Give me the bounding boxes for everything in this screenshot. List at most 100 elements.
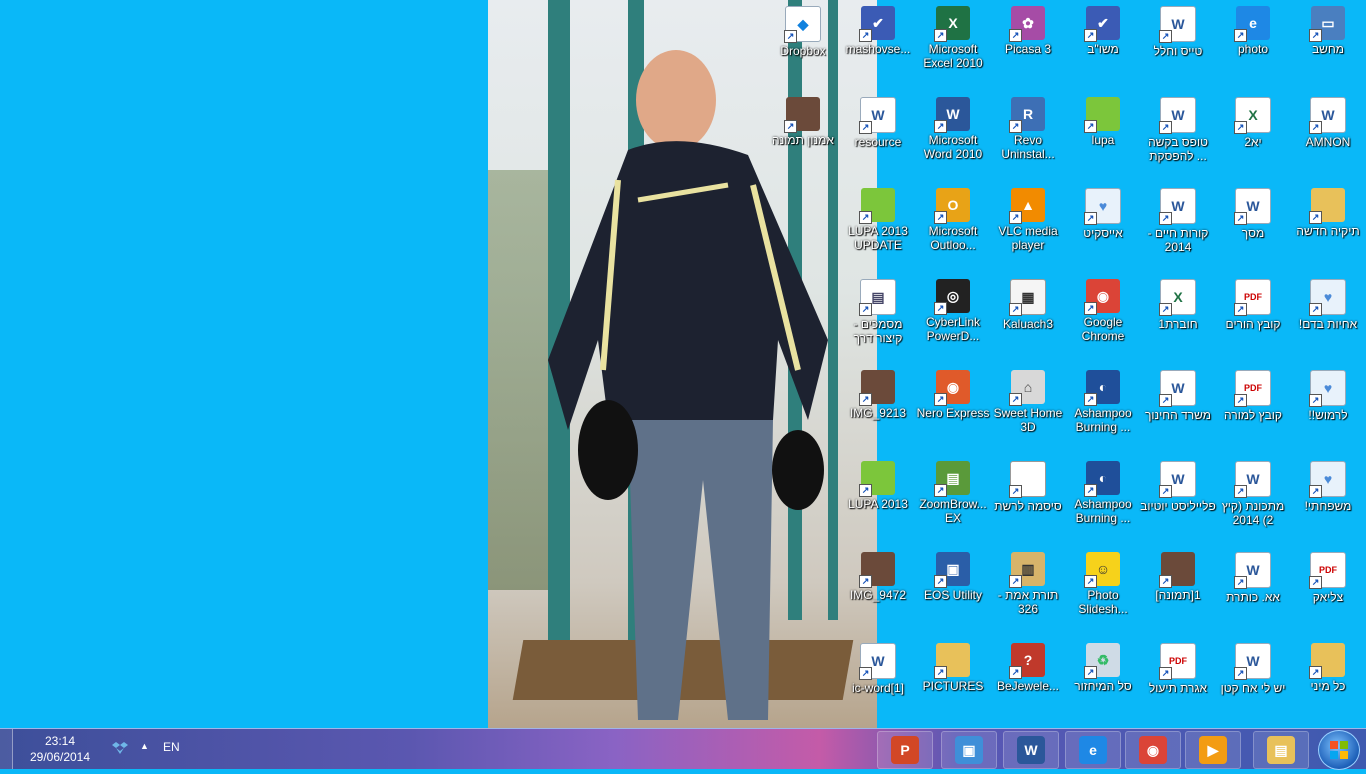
desktop-shortcut[interactable]: R ↗ Revo Uninstal... bbox=[990, 93, 1066, 161]
taskbar-explorer-button[interactable]: ▤ bbox=[1253, 731, 1309, 769]
taskbar-photo-viewer-button[interactable]: ▣ bbox=[941, 731, 997, 769]
desktop-shortcut[interactable]: O ↗ Microsoft Outloo... bbox=[915, 184, 991, 252]
desktop-shortcut[interactable]: W ↗ מתכונת (קיץ 2) 2014 bbox=[1215, 457, 1291, 527]
taskbar-powerpoint-button[interactable]: P bbox=[877, 731, 933, 769]
desktop-shortcut[interactable]: W ↗ מסך bbox=[1215, 184, 1291, 240]
excel-doc-icon: X ↗ bbox=[1234, 97, 1271, 134]
desktop-shortcut-label: !אחיות בדם bbox=[1298, 317, 1358, 331]
desktop-shortcut[interactable]: ↗ IMG_9213 bbox=[840, 366, 916, 420]
shortcut-arrow-icon: ↗ bbox=[859, 121, 872, 134]
start-button[interactable] bbox=[1318, 730, 1360, 770]
desktop-shortcut[interactable]: ↗ lupa bbox=[1065, 93, 1141, 147]
desktop-shortcut[interactable]: ✔ ↗ mashovse... bbox=[840, 2, 916, 56]
desktop-shortcut[interactable]: W ↗ יש לי אח קטן bbox=[1215, 639, 1291, 695]
shortcut-arrow-icon: ↗ bbox=[1009, 29, 1022, 42]
desktop-shortcut-label: מתכונת (קיץ 2) 2014 bbox=[1221, 499, 1285, 527]
desktop-shortcut[interactable]: ↗ [תמונה]1 bbox=[1140, 548, 1216, 602]
desktop-shortcut[interactable]: ◎ ↗ CyberLink PowerD... bbox=[915, 275, 991, 343]
taskbar-internet-explorer-button[interactable]: e bbox=[1065, 731, 1121, 769]
desktop-shortcut[interactable]: ▦ ↗ Kaluach3 bbox=[990, 275, 1066, 331]
desktop-shortcut[interactable]: ♥ ↗ !!לרמוש bbox=[1290, 366, 1366, 422]
mashov-icon: ✔ ↗ bbox=[859, 6, 895, 42]
desktop[interactable]: ▭ ↗ מחשב W ↗ AMNON ↗ תיקיה חדשה ♥ ↗ !אחיות בדם ♥ ↗!!… bbox=[0, 0, 1366, 728]
desktop-shortcut[interactable]: ↗ סיסמה לרשת bbox=[990, 457, 1066, 513]
desktop-shortcut[interactable]: W ↗ קורות חיים - 2014 bbox=[1140, 184, 1216, 254]
internet-explorer-icon: e ↗ bbox=[1234, 6, 1270, 42]
desktop-shortcut[interactable]: W ↗ משרד החינוך bbox=[1140, 366, 1216, 422]
desktop-shortcut[interactable]: ↗ LUPA 2013 UPDATE bbox=[840, 184, 916, 252]
desktop-shortcut[interactable]: ☺ ↗ Photo Slidesh... bbox=[1065, 548, 1141, 616]
desktop-shortcut[interactable]: ↗ IMG_9472 bbox=[840, 548, 916, 602]
desktop-shortcut[interactable]: PDF ↗ קובץ למורה bbox=[1215, 366, 1291, 422]
desktop-shortcut[interactable]: W ↗ פלייליסט יוטיוב bbox=[1140, 457, 1216, 513]
show-desktop-button[interactable] bbox=[0, 729, 13, 769]
desktop-shortcut[interactable]: ⌂ ↗ Sweet Home 3D bbox=[990, 366, 1066, 434]
taskbar-media-player-button[interactable]: ▶ bbox=[1185, 731, 1241, 769]
desktop-shortcut[interactable]: ◉ ↗ Google Chrome bbox=[1065, 275, 1141, 343]
desktop-shortcut[interactable]: ◆ ↗ Dropbox bbox=[765, 2, 841, 58]
shortcut-arrow-icon: ↗ bbox=[1159, 303, 1172, 316]
desktop-shortcut[interactable]: W ↗ Microsoft Word 2010 bbox=[915, 93, 991, 161]
desktop-shortcut[interactable]: ▤ ↗ מסמכים - קיצור דרך bbox=[840, 275, 916, 345]
shortcut-arrow-icon: ↗ bbox=[1159, 667, 1172, 680]
desktop-shortcut[interactable]: X ↗ Microsoft Excel 2010 bbox=[915, 2, 991, 70]
desktop-shortcut[interactable]: ✔ ↗ משו"ב bbox=[1065, 2, 1141, 56]
desktop-shortcut[interactable]: ♻ ↗ סל המיחזור bbox=[1065, 639, 1141, 693]
desktop-shortcut[interactable]: W ↗ אא. כותרת bbox=[1215, 548, 1291, 604]
desktop-shortcut[interactable]: X ↗ חוברת1 bbox=[1140, 275, 1216, 331]
desktop-shortcut[interactable]: W ↗ resource bbox=[840, 93, 916, 149]
desktop-shortcut-label: Kaluach3 bbox=[1002, 317, 1054, 331]
desktop-shortcut[interactable]: W ↗ טופס בקשה להפסקת ... bbox=[1140, 93, 1216, 163]
desktop-shortcut[interactable]: ♥ ↗ !אחיות בדם bbox=[1290, 275, 1366, 331]
desktop-shortcut[interactable]: PDF ↗ צליאק bbox=[1290, 548, 1366, 604]
language-indicator[interactable]: EN bbox=[163, 740, 180, 754]
dropbox-tray-icon[interactable] bbox=[112, 740, 128, 756]
desktop-shortcut[interactable]: ▤ ↗ ZoomBrow... EX bbox=[915, 457, 991, 525]
desktop-shortcut[interactable]: ? ↗ BeJewele... bbox=[990, 639, 1066, 693]
desktop-shortcut-label: Revo Uninstal... bbox=[1001, 133, 1055, 161]
shortcut-arrow-icon: ↗ bbox=[1009, 575, 1022, 588]
shortcut-arrow-icon: ↗ bbox=[1159, 121, 1172, 134]
desktop-shortcut[interactable]: ▥ ↗ תורת אמת - 326 bbox=[990, 548, 1066, 616]
desktop-shortcut[interactable]: ↗ כל מיני bbox=[1290, 639, 1366, 693]
folder-icon: ↗ bbox=[1309, 188, 1345, 224]
desktop-shortcut[interactable]: W ↗ ic-word[1] bbox=[840, 639, 916, 695]
desktop-shortcut-label: [תמונה]1 bbox=[1155, 588, 1201, 602]
desktop-shortcut[interactable]: W ↗ AMNON bbox=[1290, 93, 1366, 149]
outlook-icon: O ↗ bbox=[934, 188, 970, 224]
desktop-shortcut[interactable]: e ↗ photo bbox=[1215, 2, 1291, 56]
desktop-shortcut[interactable]: ▣ ↗ EOS Utility bbox=[915, 548, 991, 602]
desktop-shortcut[interactable]: W ↗ טייס וחלל bbox=[1140, 2, 1216, 58]
desktop-shortcut[interactable]: ◐ ↗ Ashampoo Burning ... bbox=[1065, 457, 1141, 525]
desktop-shortcut-label: סיסמה לרשת bbox=[994, 499, 1062, 513]
taskbar-chrome-button[interactable]: ◉ bbox=[1125, 731, 1181, 769]
show-hidden-icons-button[interactable]: ▲ bbox=[140, 741, 149, 751]
desktop-shortcut-label: mashovse... bbox=[845, 42, 911, 56]
word-app-icon: W ↗ bbox=[934, 97, 970, 133]
desktop-shortcut[interactable]: ▲ ↗ VLC media player bbox=[990, 184, 1066, 252]
desktop-shortcut-label: Microsoft Word 2010 bbox=[923, 133, 983, 161]
media-player-icon: ▶ bbox=[1199, 736, 1227, 764]
desktop-shortcut[interactable]: PDF ↗ קובץ הורים bbox=[1215, 275, 1291, 331]
desktop-shortcut[interactable]: ↗ LUPA 2013 bbox=[840, 457, 916, 511]
desktop-shortcut[interactable]: ↗ אמנון תמונה bbox=[765, 93, 841, 147]
desktop-shortcut[interactable]: ◉ ↗ Nero Express bbox=[915, 366, 991, 420]
smiley-icon: ☺ ↗ bbox=[1084, 552, 1120, 588]
desktop-shortcut[interactable]: ↗ PICTURES bbox=[915, 639, 991, 693]
desktop-shortcut-label: CyberLink PowerD... bbox=[925, 315, 981, 343]
taskbar-word-button[interactable]: W bbox=[1003, 731, 1059, 769]
clock[interactable]: 23:14 29/06/2014 bbox=[20, 733, 100, 765]
desktop-shortcut[interactable]: ♥ ↗ אייסקיט bbox=[1065, 184, 1141, 240]
word-doc-icon: W ↗ bbox=[1234, 552, 1271, 589]
dropbox-icon: ◆ ↗ bbox=[784, 6, 821, 43]
desktop-shortcut[interactable]: ♥ ↗ !משפחתי bbox=[1290, 457, 1366, 513]
desktop-shortcut[interactable]: ◐ ↗ Ashampoo Burning ... bbox=[1065, 366, 1141, 434]
desktop-shortcut[interactable]: ↗ תיקיה חדשה bbox=[1290, 184, 1366, 238]
desktop-shortcut[interactable]: PDF ↗ אגרת תיעול bbox=[1140, 639, 1216, 695]
desktop-shortcut[interactable]: ✿ ↗ Picasa 3 bbox=[990, 2, 1066, 56]
desktop-shortcut-label: יש לי אח קטן bbox=[1220, 681, 1286, 695]
shortcut-arrow-icon: ↗ bbox=[1309, 666, 1322, 679]
desktop-shortcut[interactable]: X ↗ יא2 bbox=[1215, 93, 1291, 149]
ashampoo-icon: ◐ ↗ bbox=[1084, 370, 1120, 406]
desktop-shortcut[interactable]: ▭ ↗ מחשב bbox=[1290, 2, 1366, 56]
